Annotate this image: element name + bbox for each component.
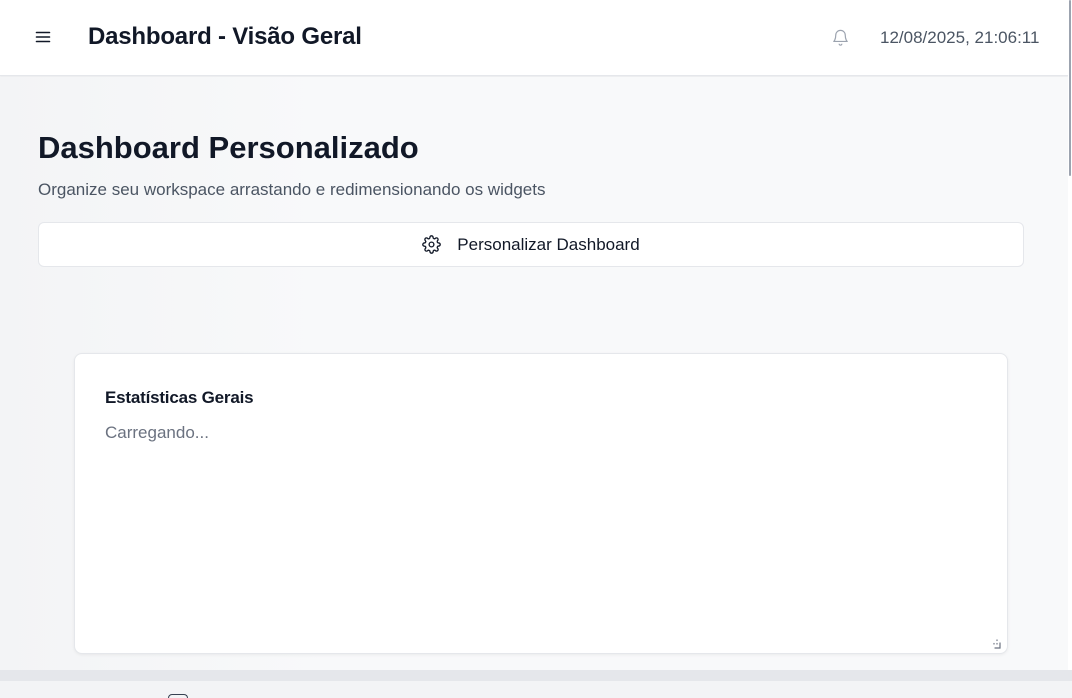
vertical-scrollbar[interactable] <box>1068 0 1072 680</box>
dashboard-subtitle: Organize seu workspace arrastando e redi… <box>38 180 546 199</box>
widget-title: Estatísticas Gerais <box>105 388 254 407</box>
main-content: Dashboard Personalizado Organize seu wor… <box>0 77 1068 670</box>
top-header: Dashboard - Visão Geral 12/08/2025, 21:0… <box>0 0 1068 76</box>
bell-icon <box>832 29 848 46</box>
customize-dashboard-button[interactable]: Personalizar Dashboard <box>38 222 1024 267</box>
hamburger-menu-icon <box>35 31 51 43</box>
checkbox[interactable] <box>168 694 188 698</box>
notifications-button[interactable] <box>828 25 852 49</box>
customize-dashboard-label: Personalizar Dashboard <box>457 234 640 254</box>
scrollbar-thumb[interactable] <box>1069 0 1071 176</box>
widget-loading-text: Carregando... <box>105 423 209 442</box>
bottom-bar <box>0 680 1072 698</box>
widget-resize-handle[interactable] <box>991 637 1005 651</box>
stats-widget[interactable]: Estatísticas Gerais Carregando... <box>74 353 1008 654</box>
resize-grip-icon <box>993 639 1001 649</box>
footer-divider <box>0 670 1072 680</box>
dashboard-heading: Dashboard Personalizado <box>38 130 419 165</box>
gear-icon <box>422 235 442 254</box>
page-title: Dashboard - Visão Geral <box>88 23 362 50</box>
menu-button[interactable] <box>31 25 55 49</box>
current-datetime: 12/08/2025, 21:06:11 <box>880 28 1040 47</box>
